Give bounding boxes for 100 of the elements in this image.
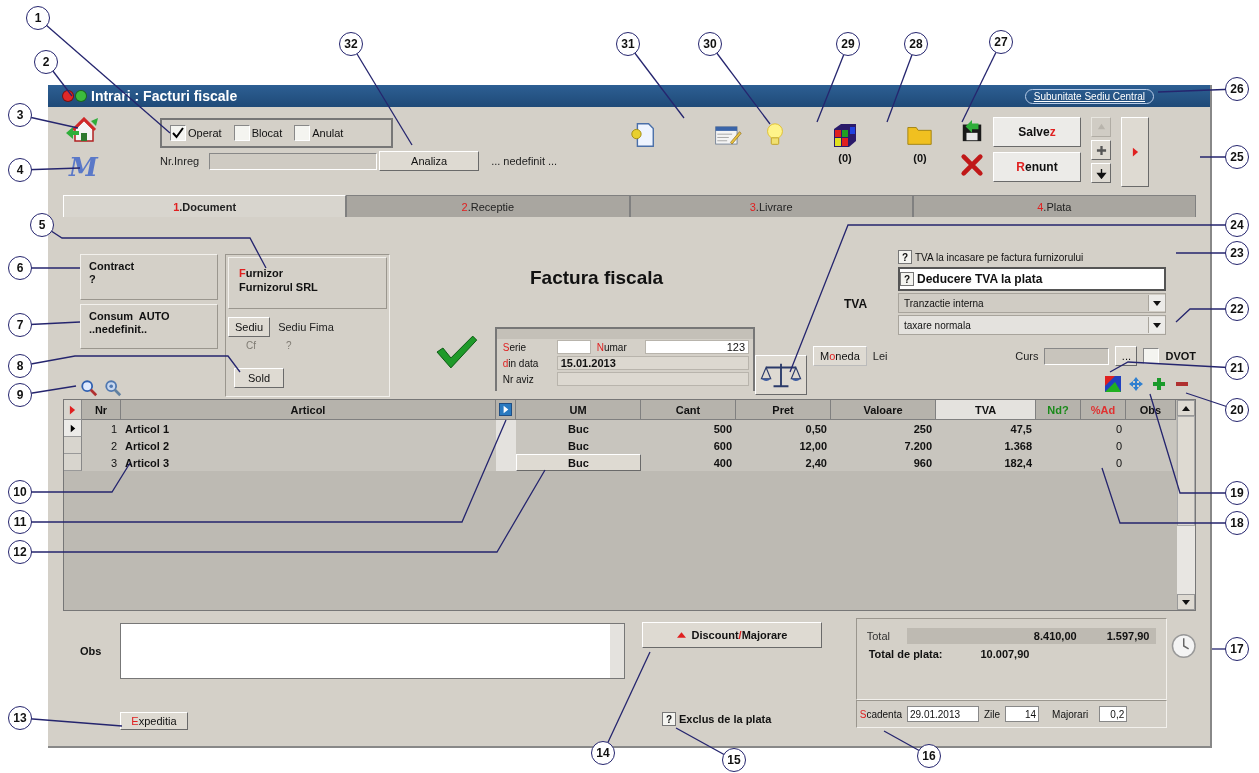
checkbox-label: Blocat [251,127,283,139]
move-icon[interactable] [1128,376,1144,392]
count-label: (0) [913,152,927,164]
cf-value: ? [286,340,292,353]
tab[interactable]: 1.Document [63,195,347,217]
color-grid-icon[interactable] [1105,376,1121,392]
expand-button[interactable] [1121,117,1149,187]
checkbox-label: Anulat [312,127,344,139]
total-vat: 1.597,90 [1106,630,1150,642]
callout-number: 3 [8,103,32,127]
close-dot-icon[interactable] [63,91,73,101]
checkbox[interactable] [1143,348,1160,364]
days-field[interactable]: 14 [1005,706,1040,722]
contract-panel[interactable]: Contract ? [80,254,218,300]
callout-number: 29 [836,32,860,56]
due-label: Scadenta [859,708,902,720]
checkbox[interactable]: ? [662,712,676,726]
callout-number: 19 [1225,481,1249,505]
clock-icon[interactable] [1170,633,1196,659]
consumption-label: Consum AUTO [89,309,171,323]
dropdown[interactable]: taxare normala [898,315,1166,335]
table-cell-text: Articol 3 [124,455,170,471]
checkbox[interactable] [233,125,250,141]
callout-number: 13 [8,706,32,730]
document-icon[interactable] [629,121,657,149]
callout-number: 7 [8,313,32,337]
currency-button[interactable]: Moneda [813,346,867,366]
save-button[interactable]: Salvez [993,117,1081,147]
notes-field[interactable] [120,623,625,679]
grand-total-label: Total de plata: [868,648,943,660]
consumption-panel[interactable]: Consum AUTO ..nedefinit.. [80,303,218,349]
series-field[interactable] [556,340,591,354]
callout-number: 27 [989,30,1013,54]
floppy-disk-icon [960,119,984,143]
tab[interactable]: 4.Plata [912,195,1196,217]
checkbox[interactable]: ? [898,250,912,264]
count-label: (0) [838,152,852,164]
checkbox[interactable] [170,125,186,141]
checkbox-label: Exclus de la plata [679,713,772,725]
tab[interactable]: 2.Receptie [346,195,630,217]
checkbox[interactable] [294,125,311,141]
table-cell-text: 7.200 [903,438,933,454]
callout-number: 28 [904,32,928,56]
caret-icon [676,632,686,638]
document-title: Factura fiscala [529,267,665,290]
callout-number: 24 [1225,213,1249,237]
supplier-box[interactable]: Furnizor Furnizorul SRL [228,257,387,309]
notice-field[interactable] [556,372,749,386]
plus-icon[interactable] [1151,376,1167,392]
checkbox[interactable]: ? [900,272,914,286]
notice-label: Nr aviz [502,373,535,385]
cancel-button[interactable]: Renunt [993,152,1081,182]
tab[interactable]: 3.Livrare [629,195,913,217]
table-cell-text: 250 [912,421,933,437]
zoom-out-icon[interactable] [104,379,122,397]
date-field[interactable]: 15.01.2013 [556,356,749,370]
discount-button[interactable]: Discount/Majorare [642,622,822,648]
callout-number: 15 [722,748,746,772]
penalty-field[interactable]: 0,2 [1099,706,1128,722]
registration-field[interactable] [209,152,378,170]
analyze-button[interactable]: Analiza [379,151,480,171]
scales-button[interactable] [755,355,807,395]
seat-button[interactable]: Sediu [228,317,271,337]
callout-number: 8 [8,354,32,378]
balance-button[interactable]: Sold [234,368,284,388]
shipping-button[interactable]: Expeditia [120,712,188,730]
rate-button[interactable]: ... [1115,346,1138,366]
date-label: din data [502,357,540,369]
table-cell-text: 500 [712,421,733,437]
scrollbar[interactable] [1177,400,1195,610]
callout-number: 21 [1225,356,1249,380]
column-header[interactable]: TVA [936,400,1036,420]
triangle-icon [69,404,76,415]
dropdown[interactable]: Tranzactie interna [898,293,1166,313]
table-cell-text: 0 [1114,455,1123,471]
zoom-in-icon[interactable] [80,379,98,397]
table-cell-text: 0 [1114,421,1123,437]
table-cell-text: 400 [712,455,733,471]
table-cell-text: 0 [1114,438,1123,454]
column-picker[interactable] [496,400,516,420]
checkbox-label: Deducere TVA la plata [917,272,1043,286]
caret-icon [1153,322,1161,328]
number-field[interactable]: 123 [644,340,749,354]
plus-icon [1095,144,1107,156]
callout-number: 31 [616,32,640,56]
house-icon[interactable] [65,117,99,143]
table-cell-text: 2 [109,438,118,454]
field-label: Nr.Inreg [160,155,200,167]
cf-label: Cf [246,340,256,353]
cube-icon[interactable] [831,121,859,149]
table-cell-text: Articol 1 [124,421,170,437]
callout-number: 16 [917,744,941,768]
check-mark-icon [435,334,479,370]
callout-number: 25 [1225,145,1249,169]
row-selector[interactable] [64,420,82,437]
arrow-down-icon [1095,167,1107,179]
rate-field[interactable] [1044,347,1110,365]
table-cell-text: 960 [912,455,933,471]
due-date-field[interactable]: 29.01.2013 [907,706,979,722]
contract-value: ? [89,273,97,286]
